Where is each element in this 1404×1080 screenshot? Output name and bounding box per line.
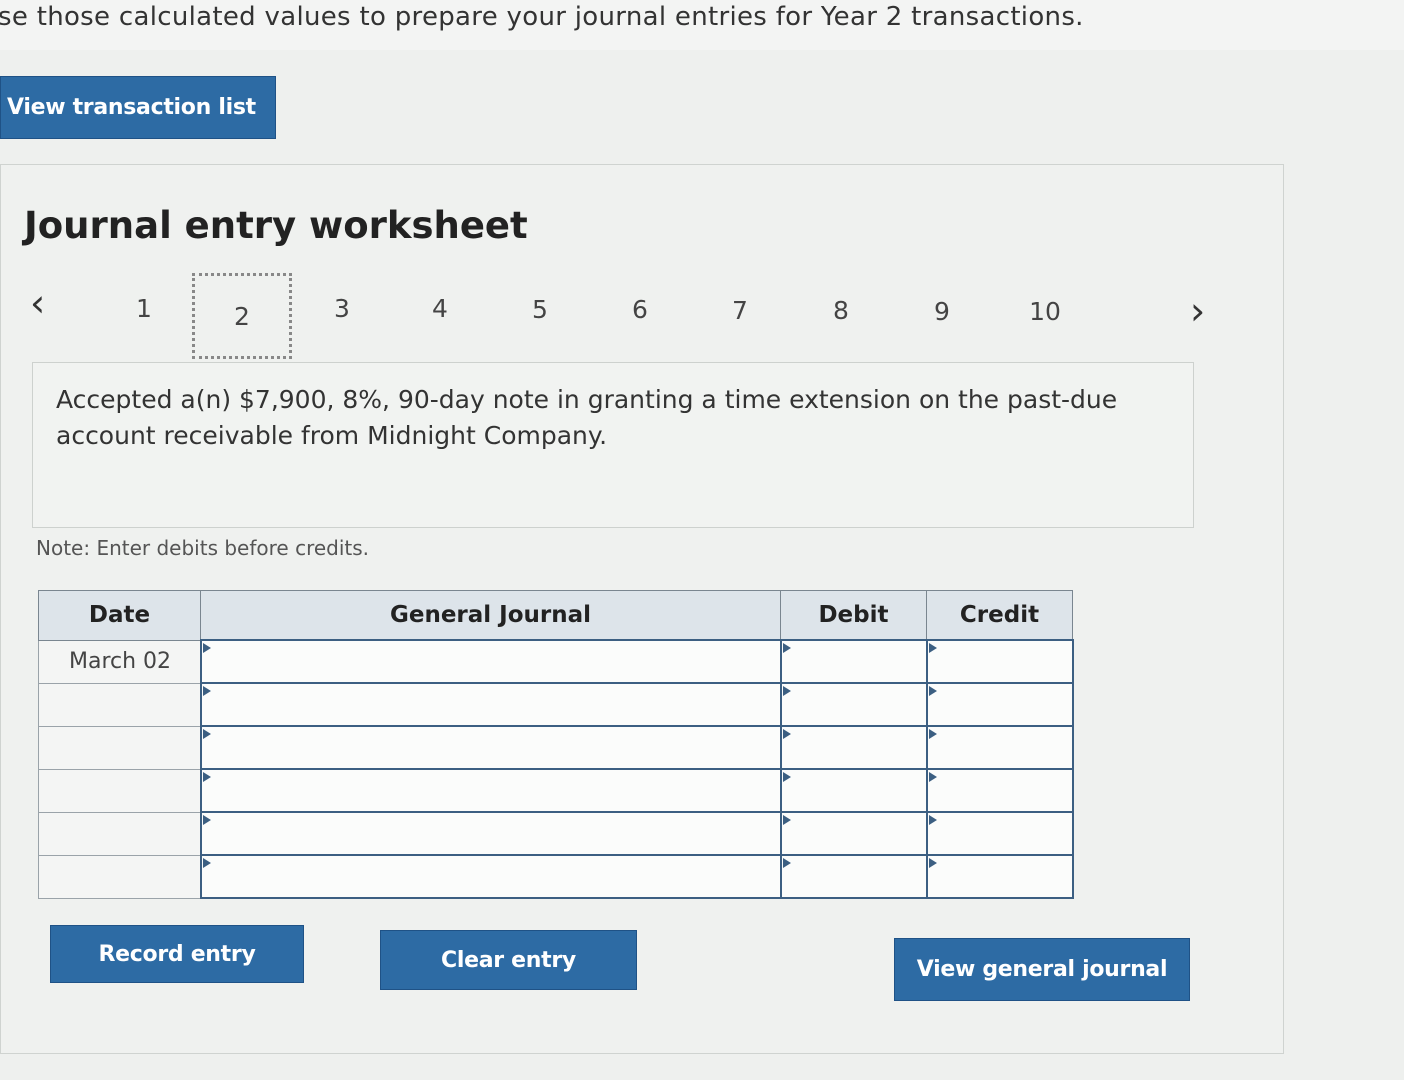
- credit-input[interactable]: [925, 682, 1074, 727]
- record-entry-button[interactable]: Record entry: [50, 925, 304, 983]
- debit-input[interactable]: [779, 682, 928, 727]
- view-transaction-list-button[interactable]: View transaction list: [0, 76, 276, 139]
- debit-input[interactable]: [779, 811, 928, 856]
- step-6[interactable]: 6: [590, 266, 690, 352]
- header-date: Date: [38, 590, 201, 641]
- account-input[interactable]: [199, 811, 782, 856]
- entry-note: Note: Enter debits before credits.: [36, 536, 370, 560]
- chevron-left-icon[interactable]: ‹: [30, 284, 45, 322]
- credit-input[interactable]: [925, 639, 1074, 684]
- instruction-bar: se those calculated values to prepare yo…: [0, 0, 1404, 50]
- chevron-right-icon[interactable]: ›: [1190, 292, 1205, 330]
- table-row: March 02: [38, 639, 1074, 684]
- date-cell: [38, 811, 201, 856]
- step-9[interactable]: 9: [892, 268, 992, 354]
- step-1[interactable]: 1: [94, 265, 194, 351]
- step-2-active[interactable]: 2: [192, 273, 292, 359]
- account-input[interactable]: [199, 854, 782, 899]
- date-cell: [38, 854, 201, 899]
- date-cell: [38, 725, 201, 770]
- view-general-journal-button[interactable]: View general journal: [894, 938, 1190, 1001]
- date-cell: March 02: [38, 639, 201, 684]
- worksheet-title: Journal entry worksheet: [24, 204, 528, 247]
- debit-input[interactable]: [779, 639, 928, 684]
- table-row: [38, 725, 1074, 770]
- table-row: [38, 682, 1074, 727]
- debit-input[interactable]: [779, 768, 928, 813]
- date-cell: [38, 768, 201, 813]
- table-row: [38, 811, 1074, 856]
- table-row: [38, 768, 1074, 813]
- step-5[interactable]: 5: [490, 266, 590, 352]
- account-input[interactable]: [199, 725, 782, 770]
- credit-input[interactable]: [925, 854, 1074, 899]
- credit-input[interactable]: [925, 811, 1074, 856]
- step-10[interactable]: 10: [995, 268, 1095, 354]
- account-input[interactable]: [199, 682, 782, 727]
- credit-input[interactable]: [925, 725, 1074, 770]
- step-8[interactable]: 8: [791, 267, 891, 353]
- account-input[interactable]: [199, 639, 782, 684]
- step-7[interactable]: 7: [690, 267, 790, 353]
- debit-input[interactable]: [779, 854, 928, 899]
- header-debit: Debit: [780, 590, 927, 641]
- account-input[interactable]: [199, 768, 782, 813]
- table-row: [38, 854, 1074, 899]
- instruction-text: se those calculated values to prepare yo…: [0, 2, 1084, 32]
- journal-table: Date General Journal Debit Credit March …: [38, 590, 1074, 899]
- clear-entry-button[interactable]: Clear entry: [380, 930, 637, 990]
- header-general-journal: General Journal: [200, 590, 781, 641]
- debit-input[interactable]: [779, 725, 928, 770]
- header-credit: Credit: [926, 590, 1073, 641]
- step-4[interactable]: 4: [390, 265, 490, 351]
- date-cell: [38, 682, 201, 727]
- credit-input[interactable]: [925, 768, 1074, 813]
- step-3[interactable]: 3: [292, 265, 392, 351]
- transaction-description: Accepted a(n) $7,900, 8%, 90-day note in…: [56, 385, 1118, 450]
